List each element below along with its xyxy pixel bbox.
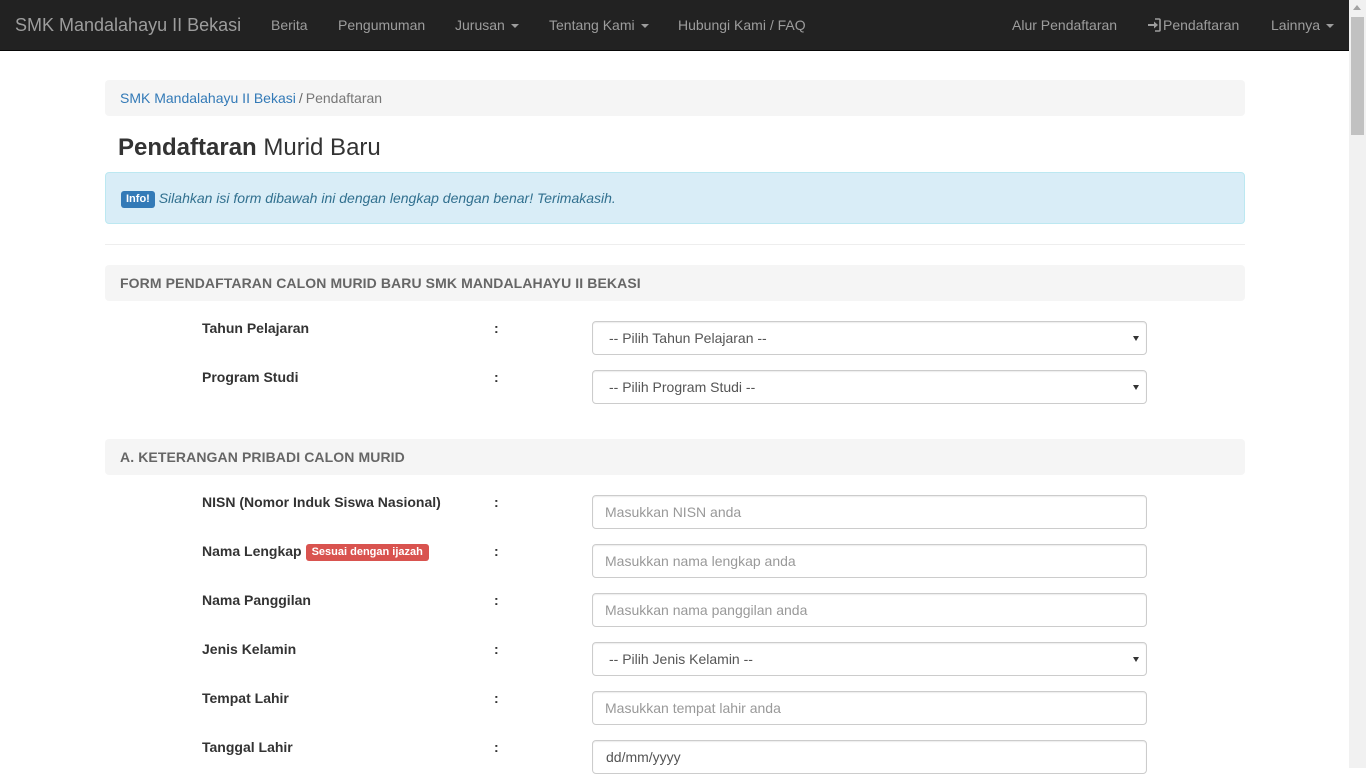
label-nama-lengkap: Nama Lengkap: [202, 543, 302, 559]
info-alert: Info! Silahkan isi form dibawah ini deng…: [105, 172, 1245, 224]
label-tempat-lahir: Tempat Lahir: [202, 690, 289, 706]
section-form-header: FORM PENDAFTARAN CALON MURID BARU SMK MA…: [105, 265, 1245, 301]
nav-alur-pendaftaran[interactable]: Alur Pendaftaran: [1012, 16, 1117, 34]
nav-pendaftaran-label: Pendaftaran: [1163, 17, 1240, 33]
dropdown-arrow-icon: [1133, 657, 1139, 662]
breadcrumb-home-link[interactable]: SMK Mandalahayu II Bekasi: [120, 90, 296, 106]
nav-lainnya-label: Lainnya: [1271, 17, 1321, 33]
label-nisn: NISN (Nomor Induk Siswa Nasional): [202, 494, 441, 510]
input-nama-panggilan[interactable]: Masukkan nama panggilan anda: [592, 593, 1147, 627]
divider: [105, 244, 1245, 245]
nav-jurusan-label: Jurusan: [455, 17, 505, 33]
row-program-studi: Program Studi : -- Pilih Program Studi -…: [0, 369, 1349, 404]
nav-tentang-label: Tentang Kami: [549, 17, 635, 33]
row-tempat-lahir: Tempat Lahir : Masukkan tempat lahir and…: [0, 690, 1349, 725]
nav-hubungi[interactable]: Hubungi Kami / FAQ: [678, 16, 806, 34]
colon: :: [494, 592, 499, 608]
label-tanggal-lahir: Tanggal Lahir: [202, 739, 293, 755]
scroll-up-arrow-icon[interactable]: [1353, 5, 1361, 10]
input-nisn[interactable]: Masukkan NISN anda: [592, 495, 1147, 529]
select-tahun-pelajaran[interactable]: -- Pilih Tahun Pelajaran --: [592, 321, 1147, 355]
colon: :: [494, 641, 499, 657]
select-program-value: -- Pilih Program Studi --: [609, 379, 756, 395]
page-scrollbar[interactable]: [1349, 0, 1366, 768]
nav-lainnya-dropdown[interactable]: Lainnya: [1271, 16, 1335, 34]
nav-tentang-dropdown[interactable]: Tentang Kami: [549, 16, 649, 34]
select-program-studi[interactable]: -- Pilih Program Studi --: [592, 370, 1147, 404]
sign-in-icon: [1148, 18, 1161, 32]
ijazah-badge: Sesuai dengan ijazah: [305, 544, 429, 561]
label-program-studi: Program Studi: [202, 369, 299, 385]
colon: :: [494, 369, 499, 385]
select-jenis-kelamin[interactable]: -- Pilih Jenis Kelamin --: [592, 642, 1147, 676]
colon: :: [494, 690, 499, 706]
scrollbar-thumb[interactable]: [1351, 17, 1364, 135]
nav-pengumuman[interactable]: Pengumuman: [338, 16, 425, 34]
label-nama-panggilan: Nama Panggilan: [202, 592, 311, 608]
select-tahun-value: -- Pilih Tahun Pelajaran --: [609, 330, 767, 346]
breadcrumb-separator: /: [298, 90, 303, 106]
dropdown-arrow-icon: [1133, 336, 1139, 341]
row-nama-lengkap: Nama Lengkap Sesuai dengan ijazah : Masuk…: [0, 541, 1349, 578]
page-title-rest: Murid Baru: [263, 134, 381, 161]
select-kelamin-value: -- Pilih Jenis Kelamin --: [609, 651, 753, 667]
row-tanggal-lahir: Tanggal Lahir : dd/mm/yyyy: [0, 739, 1349, 774]
caret-down-icon: [510, 24, 519, 29]
nav-jurusan-dropdown[interactable]: Jurusan: [455, 16, 519, 34]
top-navbar: SMK Mandalahayu II Bekasi Berita Pengumu…: [0, 0, 1349, 51]
input-tempat-lahir[interactable]: Masukkan tempat lahir anda: [592, 691, 1147, 725]
input-tanggal-lahir[interactable]: dd/mm/yyyy: [592, 740, 1147, 774]
breadcrumb-current: Pendaftaran: [305, 90, 383, 106]
input-nama-lengkap[interactable]: Masukkan nama lengkap anda: [592, 544, 1147, 578]
label-tahun-pelajaran: Tahun Pelajaran: [202, 320, 310, 336]
info-alert-text: Silahkan isi form dibawah ini dengan len…: [158, 190, 616, 206]
section-personal-header: A. KETERANGAN PRIBADI CALON MURID: [105, 439, 1245, 475]
label-jenis-kelamin: Jenis Kelamin: [202, 641, 297, 657]
colon: :: [494, 543, 499, 559]
colon: :: [494, 494, 499, 510]
brand-link[interactable]: SMK Mandalahayu II Bekasi: [15, 14, 241, 36]
row-jenis-kelamin: Jenis Kelamin : -- Pilih Jenis Kelamin -…: [0, 641, 1349, 676]
dropdown-arrow-icon: [1133, 385, 1139, 390]
page-title-bold: Pendaftaran: [118, 134, 257, 161]
label-nama-lengkap-wrap: Nama Lengkap Sesuai dengan ijazah: [202, 541, 429, 561]
row-nisn: NISN (Nomor Induk Siswa Nasional) : Masu…: [0, 494, 1349, 529]
page-title: Pendaftaran Murid Baru: [118, 133, 381, 163]
info-badge: Info!: [121, 191, 155, 208]
caret-down-icon: [640, 24, 649, 29]
caret-down-icon: [1326, 24, 1335, 29]
row-nama-panggilan: Nama Panggilan : Masukkan nama panggilan…: [0, 592, 1349, 627]
breadcrumb: SMK Mandalahayu II Bekasi / Pendaftaran: [105, 80, 1245, 116]
colon: :: [494, 739, 499, 755]
row-tahun-pelajaran: Tahun Pelajaran : -- Pilih Tahun Pelajar…: [0, 320, 1349, 355]
colon: :: [494, 320, 499, 336]
nav-berita[interactable]: Berita: [271, 16, 308, 34]
nav-pendaftaran[interactable]: Pendaftaran: [1147, 16, 1239, 34]
